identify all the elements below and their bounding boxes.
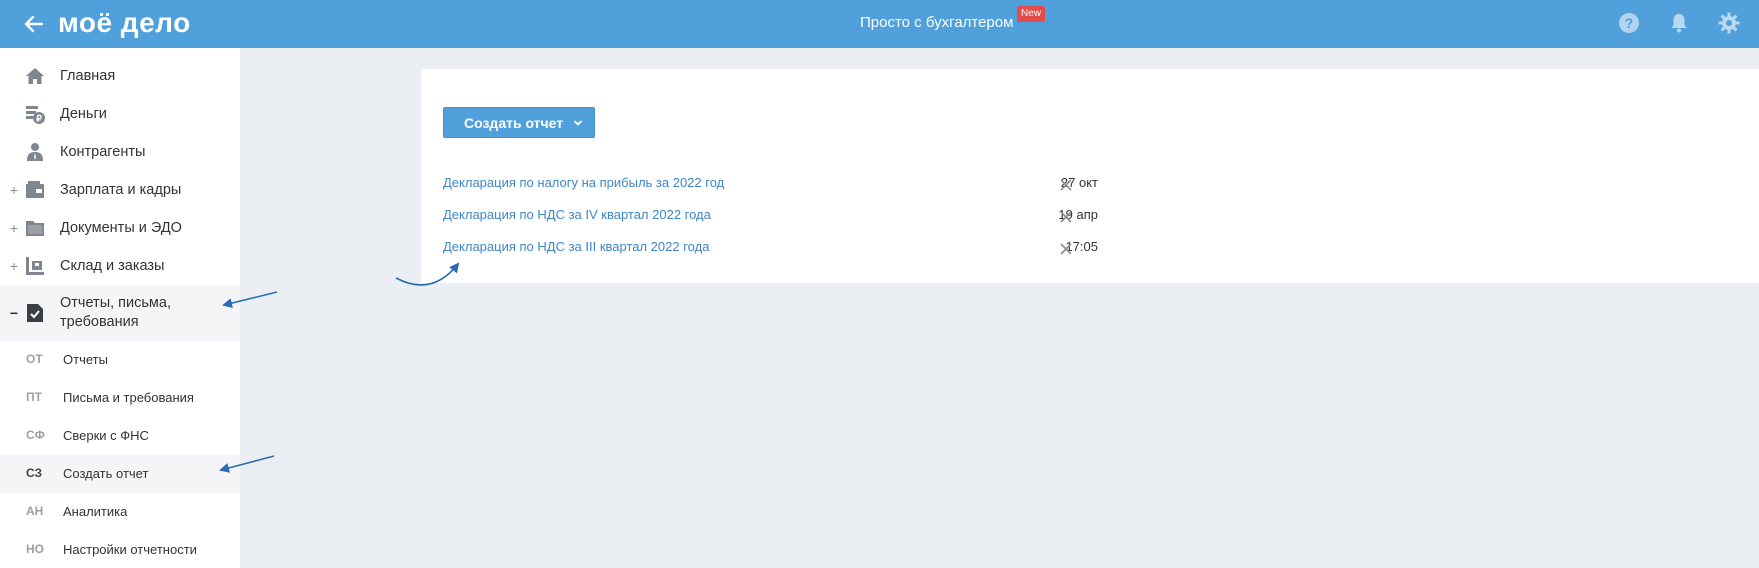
- annotation-arrows: [219, 262, 460, 473]
- annotation-arrow-create: [219, 455, 275, 473]
- annotation-arrow-reports: [222, 291, 278, 308]
- annotation-arrow-curve: [395, 262, 460, 286]
